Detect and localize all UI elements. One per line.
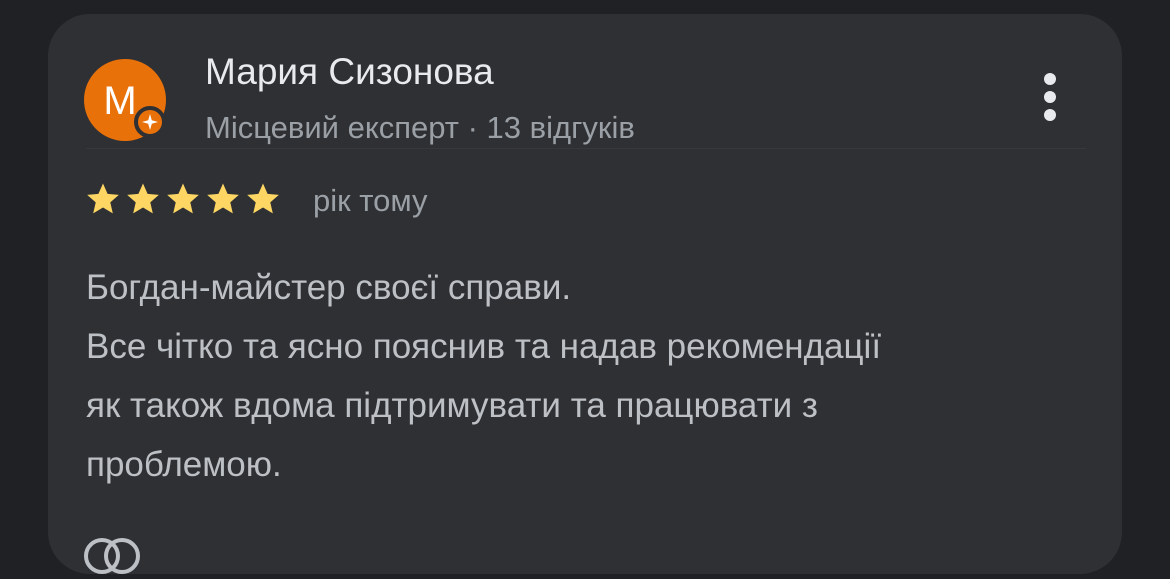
review-text-line: Все чітко та ясно пояснив та надав реком… (86, 327, 882, 366)
review-date: рік тому (313, 183, 428, 218)
review-text-line: Богдан-майстер своєї справи. (86, 268, 572, 307)
header-divider (86, 148, 1086, 149)
reaction-icon[interactable] (82, 534, 146, 574)
more-vert-icon-dot (1044, 91, 1056, 103)
star-icon (247, 183, 279, 214)
more-vert-icon (1044, 73, 1056, 85)
star-icon (87, 183, 119, 214)
star-icon (167, 183, 199, 214)
more-vert-icon-dot (1044, 109, 1056, 121)
reviewer-meta: Місцевий експерт · 13 відгуків (205, 110, 635, 145)
star-rating (84, 180, 282, 220)
review-text-line: як також вдома підтримувати та працювати… (86, 386, 818, 425)
review-text-line: проблемою. (86, 445, 282, 484)
local-guide-star-icon (134, 106, 166, 138)
more-options-button[interactable] (1026, 66, 1074, 128)
star-icon (127, 183, 159, 214)
reviewer-name[interactable]: Мария Сизонова (205, 50, 494, 94)
star-icon (207, 183, 239, 214)
review-text: Богдан-майстер своєї справи. Все чітко т… (86, 258, 1096, 494)
